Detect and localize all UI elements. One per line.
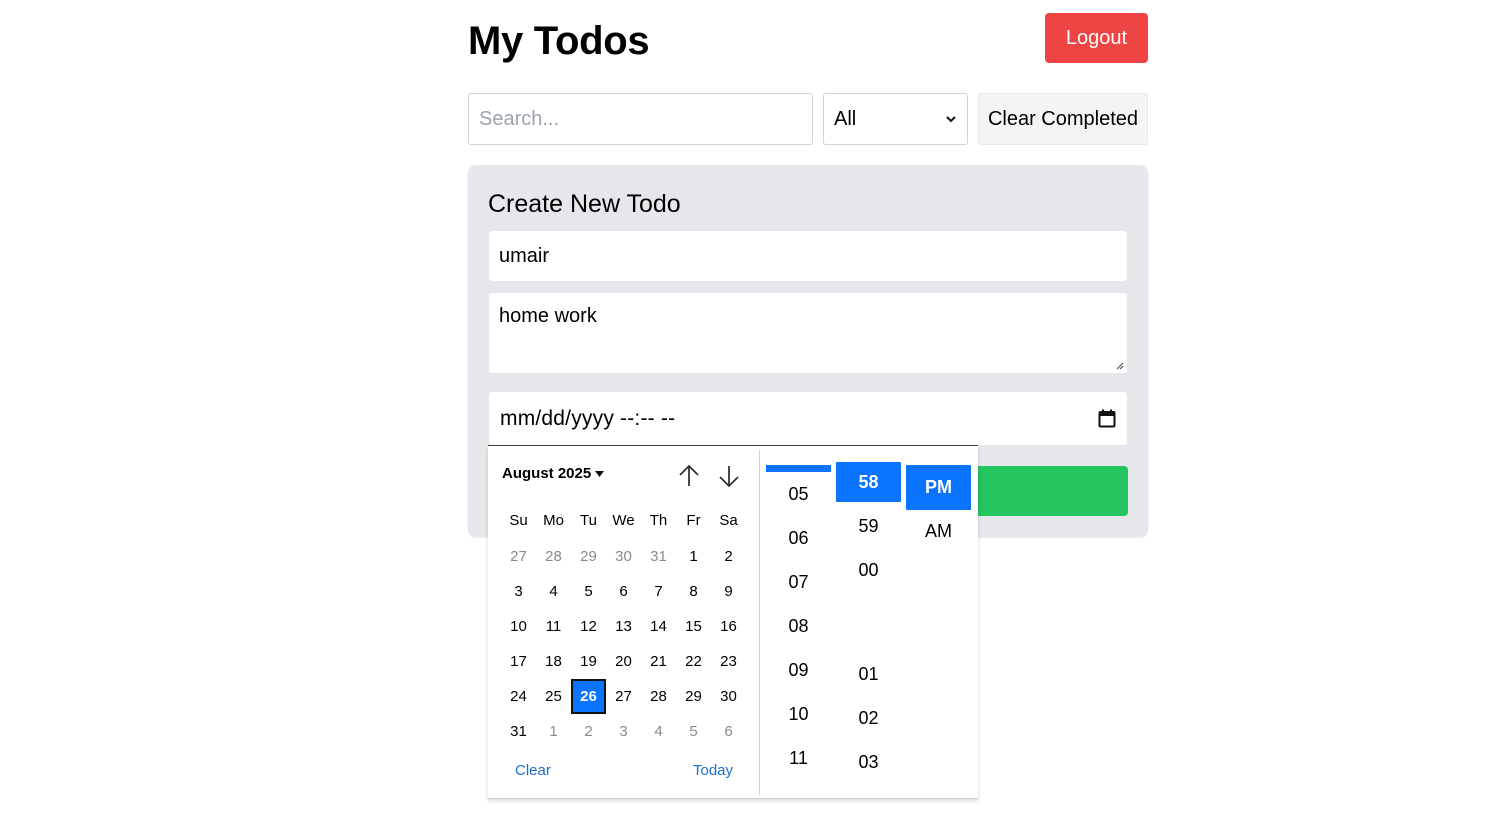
clear-date-button[interactable]: Clear	[515, 762, 551, 779]
resize-handle-icon[interactable]	[1114, 360, 1124, 370]
weekday-label: Fr	[686, 512, 701, 529]
calendar-day[interactable]: 13	[606, 609, 641, 644]
hour-option[interactable]: 05	[766, 474, 831, 514]
calendar-day[interactable]: 21	[641, 644, 676, 679]
calendar-day[interactable]: 12	[571, 609, 606, 644]
calendar-day[interactable]: 20	[606, 644, 641, 679]
todo-title-value: umair	[499, 244, 550, 267]
search-input[interactable]	[468, 93, 813, 145]
minute-option[interactable]: 02	[836, 698, 901, 738]
hour-selected-indicator	[766, 465, 831, 472]
calendar-day[interactable]: 29	[571, 539, 606, 574]
calendar-day[interactable]: 6	[606, 574, 641, 609]
picker-column-divider	[759, 450, 760, 795]
chevron-down-icon	[946, 116, 956, 123]
weekday-label: We	[612, 512, 635, 529]
create-todo-heading: Create New Todo	[488, 190, 681, 218]
calendar-day[interactable]: 28	[641, 679, 676, 714]
calendar-icon[interactable]	[1098, 409, 1116, 428]
hour-option[interactable]: 07	[766, 562, 831, 602]
caret-down-icon	[595, 470, 605, 477]
clear-completed-button[interactable]: Clear Completed	[978, 93, 1148, 145]
calendar-day[interactable]: 25	[536, 679, 571, 714]
arrow-up-icon[interactable]	[676, 463, 702, 489]
calendar-day[interactable]: 7	[641, 574, 676, 609]
calendar-day[interactable]: 4	[536, 574, 571, 609]
weekday-label: Mo	[543, 512, 564, 529]
arrow-down-icon[interactable]	[716, 463, 742, 489]
calendar-day[interactable]: 1	[536, 714, 571, 749]
hour-option[interactable]: 06	[766, 518, 831, 558]
calendar-day[interactable]: 27	[606, 679, 641, 714]
calendar-day[interactable]: 11	[536, 609, 571, 644]
todo-title-input[interactable]: umair	[489, 231, 1127, 281]
calendar-day[interactable]: 15	[676, 609, 711, 644]
minute-option[interactable]: 01	[836, 654, 901, 694]
calendar-day[interactable]: 31	[501, 714, 536, 749]
minute-option[interactable]: 03	[836, 742, 901, 782]
calendar-day[interactable]: 5	[676, 714, 711, 749]
calendar-day[interactable]: 10	[501, 609, 536, 644]
weekday-label: Sa	[719, 512, 738, 529]
calendar-day[interactable]: 14	[641, 609, 676, 644]
calendar-day[interactable]: 27	[501, 539, 536, 574]
calendar-day[interactable]: 30	[606, 539, 641, 574]
calendar-day[interactable]: 8	[676, 574, 711, 609]
calendar-day[interactable]: 3	[501, 574, 536, 609]
month-year-dropdown[interactable]: August 2025	[502, 465, 605, 482]
todo-description-value: home work	[499, 305, 597, 327]
page-title: My Todos	[468, 19, 650, 63]
calendar-day[interactable]: 30	[711, 679, 746, 714]
todo-description-textarea[interactable]: home work	[489, 293, 1127, 373]
calendar-day[interactable]: 18	[536, 644, 571, 679]
status-filter-select[interactable]: All	[823, 93, 968, 145]
calendar-day[interactable]: 16	[711, 609, 746, 644]
meridiem-option[interactable]: PM	[906, 465, 971, 510]
calendar-day[interactable]: 17	[501, 644, 536, 679]
calendar-day[interactable]: 2	[571, 714, 606, 749]
calendar-day[interactable]: 26	[571, 679, 606, 714]
calendar-day[interactable]: 31	[641, 539, 676, 574]
calendar-day[interactable]: 3	[606, 714, 641, 749]
calendar-day[interactable]: 9	[711, 574, 746, 609]
calendar-day[interactable]: 6	[711, 714, 746, 749]
calendar-day[interactable]: 29	[676, 679, 711, 714]
calendar-day[interactable]: 5	[571, 574, 606, 609]
calendar-day[interactable]: 4	[641, 714, 676, 749]
today-button[interactable]: Today	[693, 762, 733, 779]
minute-option[interactable]: 58	[836, 462, 901, 502]
minute-option[interactable]: 59	[836, 506, 901, 546]
datetime-placeholder: mm/dd/yyyy --:-- --	[500, 406, 676, 430]
minute-option[interactable]: 00	[836, 550, 901, 590]
logout-button[interactable]: Logout	[1045, 13, 1148, 63]
hour-option[interactable]: 11	[766, 738, 831, 778]
calendar-day[interactable]: 23	[711, 644, 746, 679]
weekday-label: Tu	[580, 512, 597, 529]
calendar-day[interactable]: 28	[536, 539, 571, 574]
due-datetime-input[interactable]: mm/dd/yyyy --:-- --	[489, 392, 1127, 445]
add-todo-button[interactable]	[975, 466, 1128, 516]
weekday-label: Th	[649, 512, 668, 529]
hour-option[interactable]: 09	[766, 650, 831, 690]
calendar-day[interactable]: 24	[501, 679, 536, 714]
hour-option[interactable]: 08	[766, 606, 831, 646]
weekday-label: Su	[509, 512, 528, 529]
filter-selected-value: All	[834, 107, 857, 130]
calendar-day[interactable]: 22	[676, 644, 711, 679]
meridiem-option[interactable]: AM	[906, 511, 971, 551]
calendar-day[interactable]: 1	[676, 539, 711, 574]
hour-option[interactable]: 10	[766, 694, 831, 734]
month-year-label: August 2025	[502, 465, 592, 482]
calendar-day[interactable]: 19	[571, 644, 606, 679]
calendar-day[interactable]: 2	[711, 539, 746, 574]
